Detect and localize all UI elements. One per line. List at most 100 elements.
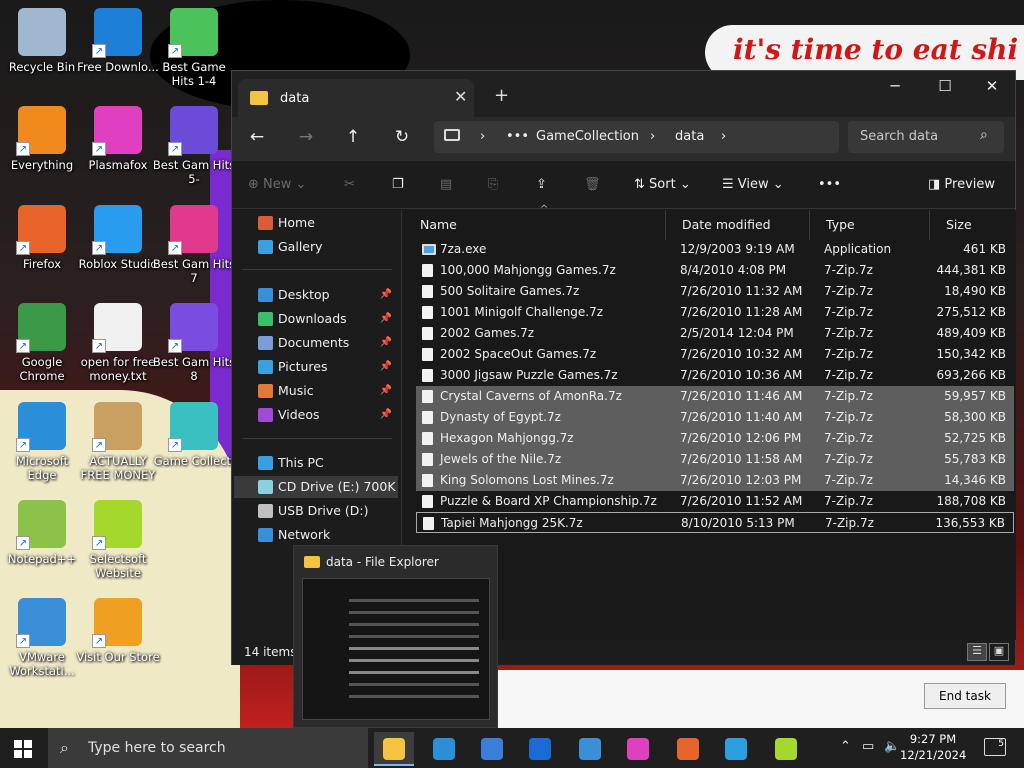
column-size[interactable]: Size [930, 210, 1016, 240]
desktop-icon[interactable]: ↗ Microsoft Edge [0, 402, 84, 482]
desktop-icon[interactable]: ↗ Notepad++ [0, 500, 84, 566]
taskbar-app-vmware[interactable] [570, 732, 610, 766]
file-row[interactable]: 2002 Games.7z 2/5/2014 12:04 PM 7-Zip.7z 48… [416, 323, 1014, 344]
desktop-icon[interactable]: ↗ Best Gam Hits 7 [152, 205, 236, 285]
share-icon[interactable]: ⇪ [536, 177, 547, 192]
taskbar-app-sheet-app[interactable] [716, 732, 756, 766]
paste-icon[interactable]: ▤ [440, 177, 452, 192]
minimize-icon[interactable]: ─ [880, 77, 910, 95]
desktop-icon[interactable]: ↗ Free Downlo... [76, 8, 160, 74]
cut-icon[interactable]: ✂ [344, 177, 355, 192]
desktop-icon[interactable]: ↗ Best Gam Hits 5- [152, 106, 236, 186]
desktop-icon[interactable]: ↗ Best Gam Hits 8 [152, 303, 236, 383]
taskbar-app-microsoft-store[interactable] [472, 732, 512, 766]
file-row[interactable]: Dynasty of Egypt.7z 7/26/2010 11:40 AM 7-Z… [416, 407, 1014, 428]
refresh-icon[interactable]: ↻ [390, 127, 414, 147]
breadcrumb-data[interactable]: data [675, 129, 704, 144]
tab-data[interactable]: data ✕ [238, 79, 474, 117]
back-icon[interactable]: ← [245, 127, 269, 147]
pin-icon[interactable]: 📌 [380, 284, 392, 306]
sidebar-item-network[interactable]: Network [234, 524, 398, 546]
desktop-icon[interactable]: ↗ Roblox Studio [76, 205, 160, 271]
taskbar-thumbnail-preview[interactable]: data - File Explorer [293, 545, 498, 728]
end-task-button[interactable]: End task [924, 683, 1006, 709]
taskbar-app-file-explorer[interactable] [374, 732, 414, 766]
desktop-icon[interactable]: ↗ Firefox [0, 205, 84, 271]
new-button[interactable]: ⊕ New ⌄ [248, 177, 306, 192]
pin-icon[interactable]: 📌 [380, 380, 392, 402]
file-row[interactable]: 2002 SpaceOut Games.7z 7/26/2010 10:32 AM… [416, 344, 1014, 365]
overflow-icon[interactable]: ••• [506, 129, 529, 144]
column-date-modified[interactable]: Date modified [666, 210, 810, 240]
file-row[interactable]: 3000 Jigsaw Puzzle Games.7z 7/26/2010 10:… [416, 365, 1014, 386]
sidebar-item-documents[interactable]: Documents 📌 [234, 332, 398, 354]
desktop-icon[interactable]: ↗ Game Collecti [152, 402, 236, 468]
taskbar-app-edge[interactable] [424, 732, 464, 766]
desktop-icon[interactable]: ↗ Best Game Hits 1-4 [152, 8, 236, 88]
file-row[interactable]: Hexagon Mahjongg.7z 7/26/2010 12:06 PM 7-Z… [416, 428, 1014, 449]
breadcrumb-gamecollection[interactable]: GameCollection [536, 129, 639, 144]
desktop-icon[interactable]: ↗ Visit Our Store [76, 598, 160, 664]
network-icon[interactable]: ▭ [862, 739, 874, 754]
desktop-icon[interactable]: ↗ Google Chrome [0, 303, 84, 383]
taskbar-app-plasmafox[interactable] [618, 732, 658, 766]
sidebar-item-gallery[interactable]: Gallery [234, 236, 398, 258]
pin-icon[interactable]: 📌 [380, 356, 392, 378]
search-box[interactable]: Search data ⌕ [848, 121, 1004, 153]
preview-button[interactable]: ◨ Preview [928, 177, 995, 192]
desktop-icon[interactable]: ↗ Selectsoft Website [76, 500, 160, 580]
file-row[interactable]: 500 Solitaire Games.7z 7/26/2010 11:32 AM… [416, 281, 1014, 302]
sidebar-item-cd-drive-e-700k[interactable]: CD Drive (E:) 700K [234, 476, 398, 498]
taskbar-app-firefox[interactable] [668, 732, 708, 766]
chevron-right-icon[interactable]: › [721, 129, 726, 144]
delete-icon[interactable]: 🗑 [584, 177, 601, 192]
sidebar-item-usb-drive-d-[interactable]: USB Drive (D:) [234, 500, 398, 522]
tiles-view-icon[interactable]: ▣ [989, 643, 1009, 661]
pin-icon[interactable]: 📌 [380, 308, 392, 330]
details-view-icon[interactable]: ☰ [967, 643, 987, 661]
maximize-icon[interactable]: ☐ [930, 77, 960, 95]
column-type[interactable]: Type [810, 210, 930, 240]
sidebar-item-home[interactable]: Home [234, 212, 398, 234]
volume-muted-icon[interactable]: 🔈 [884, 739, 900, 754]
sidebar-item-music[interactable]: Music 📌 [234, 380, 398, 402]
file-row[interactable]: Crystal Caverns of AmonRa.7z 7/26/2010 11… [416, 386, 1014, 407]
forward-icon[interactable]: → [294, 127, 318, 147]
clock[interactable]: 9:27 PM 12/21/2024 [900, 731, 966, 763]
file-row[interactable]: Tapiei Mahjongg 25K.7z 8/10/2010 5:13 PM 7… [416, 512, 1014, 533]
address-bar[interactable]: › ••• GameCollection › data › [434, 121, 839, 153]
desktop-icon[interactable]: ↗ VMware Workstati... [0, 598, 84, 678]
file-row[interactable]: 1001 Minigolf Challenge.7z 7/26/2010 11:2… [416, 302, 1014, 323]
desktop-icon[interactable]: Recycle Bin [0, 8, 84, 74]
file-row[interactable]: 7za.exe 12/9/2003 9:19 AM Application 461 K… [416, 239, 1014, 260]
sidebar-item-pictures[interactable]: Pictures 📌 [234, 356, 398, 378]
taskbar-app-selectsoft[interactable] [766, 732, 806, 766]
taskbar-app-outlook[interactable] [520, 732, 560, 766]
desktop-icon[interactable]: ↗ open for free money.txt [76, 303, 160, 383]
up-icon[interactable]: ↑ [341, 127, 365, 147]
close-window-icon[interactable]: ✕ [977, 77, 1007, 95]
desktop-icon[interactable]: ↗ Everything [0, 106, 84, 172]
taskbar-search[interactable]: ⌕ Type here to search [48, 728, 368, 768]
sidebar-item-downloads[interactable]: Downloads 📌 [234, 308, 398, 330]
file-row[interactable]: Jewels of the Nile.7z 7/26/2010 11:58 AM 7… [416, 449, 1014, 470]
pin-icon[interactable]: 📌 [380, 404, 392, 426]
sidebar-item-desktop[interactable]: Desktop 📌 [234, 284, 398, 306]
sidebar-item-videos[interactable]: Videos 📌 [234, 404, 398, 426]
chevron-up-icon[interactable]: ⌃ [840, 739, 851, 754]
column-name[interactable]: Name [404, 210, 666, 240]
view-button[interactable]: ☰ View ⌄ [722, 177, 784, 192]
file-row[interactable]: Puzzle & Board XP Championship.7z 7/26/20… [416, 491, 1014, 512]
copy-icon[interactable]: ❐ [392, 177, 404, 192]
desktop-icon[interactable]: ↗ Plasmafox [76, 106, 160, 172]
close-tab-icon[interactable]: ✕ [454, 87, 467, 106]
pin-icon[interactable]: 📌 [380, 332, 392, 354]
desktop-icon[interactable]: ↗ ACTUALLY FREE MONEY [76, 402, 160, 482]
sort-button[interactable]: ⇅ Sort ⌄ [634, 177, 691, 192]
rename-icon[interactable]: ⎘ [488, 177, 498, 192]
more-options-icon[interactable]: ••• [818, 177, 841, 192]
notification-center-icon[interactable]: 5 [984, 738, 1006, 756]
file-row[interactable]: 100,000 Mahjongg Games.7z 8/4/2010 4:08 P… [416, 260, 1014, 281]
sidebar-item-this-pc[interactable]: This PC [234, 452, 398, 474]
file-row[interactable]: King Solomons Lost Mines.7z 7/26/2010 12:… [416, 470, 1014, 491]
